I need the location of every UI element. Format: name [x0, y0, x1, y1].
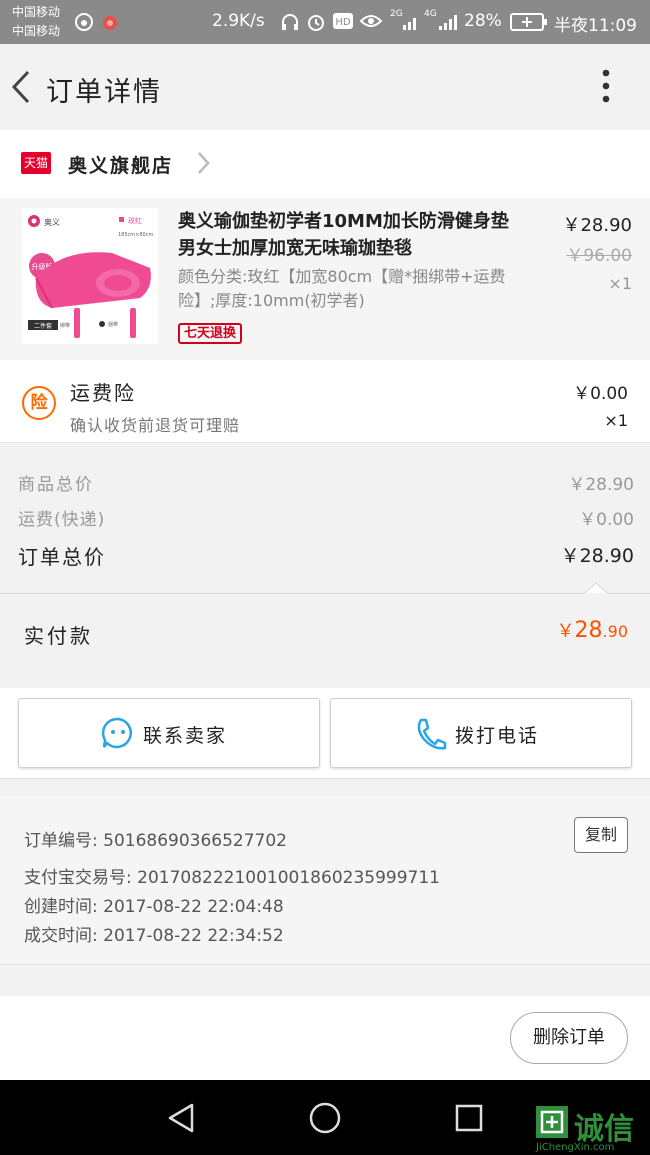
paid-dec: .90	[602, 622, 628, 641]
footer-bar: 删除订单	[0, 996, 650, 1080]
system-nav-bar: 诚信 JiChengXin.com	[0, 1080, 650, 1155]
product-item[interactable]: 奥义 玫红 185cm×80cm 升级版 二件套 绑带 捆带 奥义瑜伽垫初学者1…	[0, 198, 650, 360]
contact-seller-label: 联系卖家	[143, 725, 228, 747]
battery-charging-icon	[510, 13, 547, 31]
goods-total-label: 商品总价	[18, 475, 94, 495]
carrier-1: 中国移动	[12, 5, 61, 19]
app-bar: 订单详情	[0, 44, 650, 130]
product-price: ￥28.90	[562, 215, 632, 236]
svg-text:HD: HD	[335, 17, 351, 28]
pointer-caret-icon	[584, 582, 608, 594]
closed-time: 成交时间: 2017-08-22 22:34:52	[24, 926, 284, 946]
alipay-trade-number: 支付宝交易号: 2017082221001001860235999711	[24, 868, 440, 888]
battery-percent: 28%	[464, 11, 502, 31]
paid-currency: ￥	[556, 621, 575, 642]
watermark-url: JiChengXin.com	[536, 1142, 615, 1153]
nav-recents-icon[interactable]	[454, 1103, 484, 1133]
signal-1-icon	[403, 18, 416, 30]
shop-row[interactable]: 天猫 奥义旗舰店	[0, 130, 650, 198]
shipping-value: ￥0.00	[579, 510, 634, 530]
action-buttons: 联系卖家 拨打电话	[0, 688, 650, 779]
thumb-color: 玫红	[128, 216, 142, 225]
goods-total-value: ￥28.90	[568, 475, 634, 495]
nav-home-icon[interactable]	[308, 1101, 342, 1135]
thumb-set: 二件套	[34, 322, 52, 330]
app-notification-icon	[75, 13, 93, 31]
fruit-app-icon	[103, 16, 117, 30]
alarm-icon	[308, 15, 324, 31]
order-total-label: 订单总价	[18, 545, 106, 569]
network-type-1: 2G	[390, 9, 403, 19]
insurance-qty: ×1	[604, 411, 628, 430]
insurance-desc: 确认收货前退货可理赔	[70, 416, 241, 435]
order-number: 订单编号: 501686903665277​02	[24, 831, 288, 851]
back-arrow-icon[interactable]	[6, 68, 34, 106]
yoga-mat-image: 奥义 玫红 185cm×80cm 升级版 二件套 绑带 捆带	[22, 208, 158, 344]
phone-icon	[417, 718, 447, 750]
insurance-price: ￥0.00	[573, 384, 628, 404]
network-speed: 2.9K/s	[212, 11, 265, 31]
nav-back-icon[interactable]	[166, 1102, 196, 1134]
brand-flower-icon	[28, 215, 40, 227]
order-info: 订单编号: 501686903665277​02 复制 支付宝交易号: 2017…	[0, 796, 650, 965]
shipping-insurance: 险 运费险 确认收货前退货可理赔 ￥0.00 ×1	[0, 360, 650, 443]
copy-button[interactable]: 复制	[574, 817, 628, 853]
delete-order-button[interactable]: 删除订单	[510, 1012, 628, 1064]
more-options-icon[interactable]	[596, 68, 616, 108]
eye-icon	[360, 15, 382, 27]
chevron-right-icon	[198, 152, 210, 174]
product-qty: ×1	[608, 274, 632, 293]
paid-label: 实付款	[24, 624, 93, 648]
shop-name[interactable]: 奥义旗舰店	[68, 151, 173, 178]
paid-amount-row: 实付款 ￥28.90	[0, 594, 650, 672]
contact-seller-button[interactable]: 联系卖家	[18, 698, 320, 768]
thumb-size: 185cm×80cm	[118, 232, 153, 238]
paid-int: 28	[574, 618, 603, 643]
seven-day-return-tag: 七天退换	[178, 323, 243, 344]
clock: 半夜11:09	[554, 16, 637, 36]
hd-icon: HD	[333, 13, 353, 29]
product-name[interactable]: 奥义瑜伽垫初学者10MM加长防滑健身垫男女士加厚加宽无味瑜珈垫毯	[178, 208, 518, 262]
product-thumbnail[interactable]: 奥义 玫红 185cm×80cm 升级版 二件套 绑带 捆带	[22, 208, 158, 344]
order-total-value: ￥28.90	[560, 545, 634, 567]
insurance-title: 运费险	[70, 381, 136, 405]
watermark-logo-icon	[536, 1106, 568, 1138]
thumb-strap-2: 捆带	[108, 321, 118, 328]
headphone-icon	[282, 14, 298, 30]
chat-bubble-icon	[101, 717, 132, 749]
shipping-label: 运费(快递)	[18, 510, 106, 530]
paid-amount: ￥28.90	[557, 617, 628, 643]
carrier-2: 中国移动	[12, 24, 61, 38]
call-seller-label: 拨打电话	[455, 725, 540, 747]
insurance-icon: 险	[22, 386, 56, 420]
status-bar: 中国移动 中国移动 2.9K/s HD 2G 4G 28% 半夜11:09	[0, 0, 650, 44]
product-spec: 颜色分类:玫红【加宽80cm【赠*捆绑带+运费险】;厚度:10mm(初学者)	[178, 267, 506, 310]
thumb-brand: 奥义	[44, 217, 60, 227]
network-type-2: 4G	[424, 9, 437, 19]
tmall-badge: 天猫	[21, 152, 51, 174]
page-title: 订单详情	[46, 77, 162, 108]
signal-2-icon	[439, 15, 457, 30]
created-time: 创建时间: 2017-08-22 22:04:48	[24, 897, 284, 917]
product-original-price: ￥96.00	[566, 246, 632, 266]
price-summary: 商品总价 ￥28.90 运费(快递) ￥0.00 订单总价 ￥28.90	[0, 443, 650, 594]
thumb-strap-1: 绑带	[60, 322, 70, 329]
call-seller-button[interactable]: 拨打电话	[330, 698, 632, 768]
